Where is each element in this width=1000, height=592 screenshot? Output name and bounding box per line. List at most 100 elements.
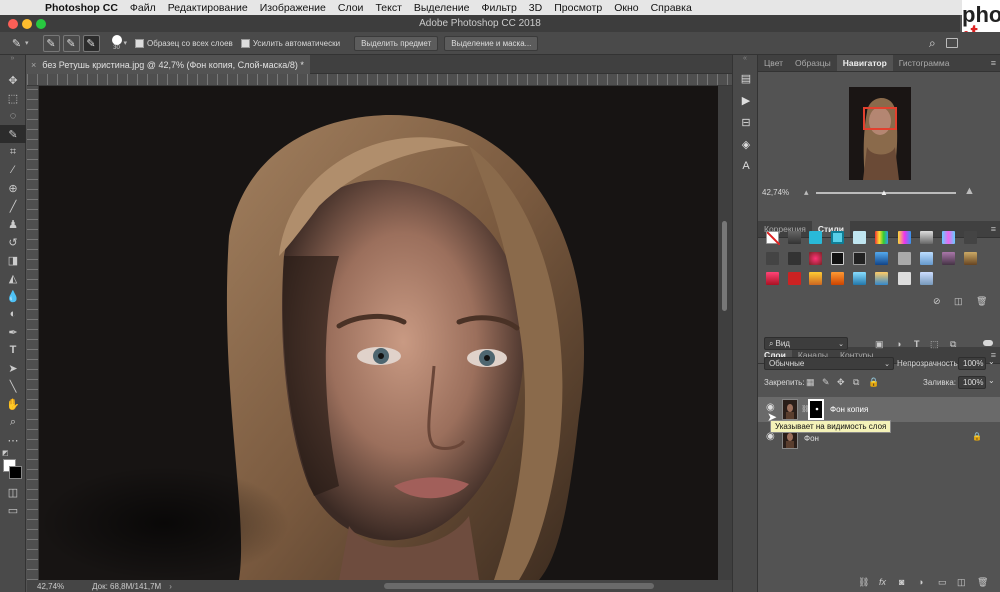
layer-mask-thumbnail[interactable] <box>808 399 824 420</box>
zoom-out-icon[interactable]: ▴ <box>804 187 809 198</box>
layer-name[interactable]: Фон копия <box>830 405 868 414</box>
zoom-level[interactable]: 42,74% <box>37 582 64 591</box>
app-menu[interactable]: Photoshop CC <box>45 2 118 14</box>
blend-mode-select[interactable]: Обычные ⌄ <box>764 357 894 370</box>
fill-input[interactable]: 100% <box>958 376 986 389</box>
navigator-preview[interactable] <box>849 87 911 180</box>
chevron-down-icon[interactable]: ▾ <box>25 39 29 47</box>
style-swatch[interactable] <box>942 231 955 244</box>
style-swatch[interactable] <box>964 231 977 244</box>
layer-style-icon[interactable]: fx <box>879 577 886 587</box>
style-swatch[interactable] <box>788 231 801 244</box>
menu-edit[interactable]: Редактирование <box>168 2 248 14</box>
close-tab-icon[interactable]: × <box>31 60 36 70</box>
vertical-scrollbar[interactable] <box>718 86 732 580</box>
filter-adjustment-icon[interactable]: ◑ <box>896 339 901 349</box>
default-colors-icon[interactable]: ◩ <box>2 449 9 457</box>
lock-transparent-pixels-icon[interactable]: ▦ <box>806 377 815 388</box>
workspace-icon[interactable] <box>946 38 958 48</box>
history-panel-icon[interactable]: ▤ <box>733 67 759 89</box>
filter-type-icon[interactable]: T <box>914 339 920 349</box>
zoom-slider-handle[interactable]: ▲ <box>880 188 888 197</box>
lock-all-icon[interactable]: 🔒 <box>868 377 879 388</box>
dodge-tool-icon[interactable]: ◐ <box>0 305 26 323</box>
menu-window[interactable]: Окно <box>614 2 638 14</box>
lock-position-icon[interactable]: ✥ <box>837 377 845 388</box>
zoom-window-button[interactable] <box>36 19 46 29</box>
brush-tool-icon[interactable]: ╱ <box>0 197 26 215</box>
history-brush-tool-icon[interactable]: ↺ <box>0 233 26 251</box>
style-swatch[interactable] <box>788 252 801 265</box>
menu-3d[interactable]: 3D <box>529 2 542 14</box>
navigator-view-box[interactable] <box>863 107 897 130</box>
layer-row[interactable]: ◉ ⛓ Фон копия <box>758 397 1000 422</box>
menu-view[interactable]: Просмотр <box>554 2 602 14</box>
style-swatch[interactable] <box>766 272 779 285</box>
chevron-down-icon[interactable]: ⌄ <box>988 376 995 385</box>
clear-style-icon[interactable]: ⊘ <box>933 296 941 307</box>
actions-panel-icon[interactable]: ▶ <box>733 89 759 111</box>
lock-artboard-icon[interactable]: ⧉ <box>853 377 859 388</box>
style-swatch[interactable] <box>831 252 844 265</box>
menu-help[interactable]: Справка <box>651 2 692 14</box>
path-selection-tool-icon[interactable]: ➤ <box>0 359 26 377</box>
menu-select[interactable]: Выделение <box>414 2 470 14</box>
style-swatch[interactable] <box>875 272 888 285</box>
style-swatch[interactable] <box>875 252 888 265</box>
minimize-window-button[interactable] <box>22 19 32 29</box>
move-tool-icon[interactable]: ✥ <box>0 71 26 89</box>
filter-shape-icon[interactable]: ⬚ <box>930 339 939 350</box>
quick-selection-tool-preset-icon[interactable]: ✎ <box>8 35 25 52</box>
style-swatch[interactable] <box>898 272 911 285</box>
layer-filter-select[interactable]: ⌕ Вид ⌄ <box>764 337 848 350</box>
style-swatch[interactable] <box>964 252 977 265</box>
clone-stamp-tool-icon[interactable]: ♟ <box>0 215 26 233</box>
document-canvas[interactable] <box>39 86 718 580</box>
menu-image[interactable]: Изображение <box>260 2 326 14</box>
select-and-mask-button[interactable]: Выделение и маска... <box>444 35 539 51</box>
hand-tool-icon[interactable]: ✋ <box>0 395 26 413</box>
style-swatch[interactable] <box>766 252 779 265</box>
collapse-icon[interactable]: « <box>733 55 757 67</box>
type-tool-icon[interactable]: T <box>0 341 26 359</box>
layer-name[interactable]: Фон <box>804 434 819 443</box>
filter-toggle[interactable] <box>983 340 993 346</box>
sample-all-layers-checkbox[interactable]: Образец со всех слоев <box>135 38 233 48</box>
healing-brush-tool-icon[interactable]: ⊕ <box>0 179 26 197</box>
panel-menu-icon[interactable]: ≡ <box>991 58 996 68</box>
collapse-icon[interactable]: » <box>0 55 25 71</box>
marquee-tool-icon[interactable]: ⬚ <box>0 89 26 107</box>
paint-bucket-tool-icon[interactable]: ◭ <box>0 269 26 287</box>
new-group-icon[interactable]: ▭ <box>938 577 947 588</box>
quick-mask-icon[interactable]: ◫ <box>0 483 26 501</box>
tab-navigator[interactable]: Навигатор <box>836 55 893 71</box>
chevron-down-icon[interactable]: ▾ <box>124 39 128 47</box>
crop-tool-icon[interactable]: ⌗ <box>0 143 26 161</box>
pen-tool-icon[interactable]: ✒ <box>0 323 26 341</box>
search-icon[interactable]: ⌕ <box>929 36 936 51</box>
add-mask-icon[interactable]: ◙ <box>899 577 904 587</box>
style-swatch[interactable] <box>809 272 822 285</box>
eyedropper-tool-icon[interactable]: ⁄ <box>0 161 26 179</box>
blur-tool-icon[interactable]: 💧 <box>0 287 26 305</box>
quick-selection-tool-icon[interactable]: ✎ <box>0 125 26 143</box>
tab-color[interactable]: Цвет <box>758 55 789 71</box>
document-tab[interactable]: × без Ретушь кристина.jpg @ 42,7% (Фон к… <box>27 55 310 74</box>
style-swatch[interactable] <box>788 272 801 285</box>
character-panel-icon[interactable]: A <box>733 155 759 177</box>
select-subject-button[interactable]: Выделить предмет <box>354 35 439 51</box>
link-layers-icon[interactable]: ⛓ <box>858 577 869 588</box>
menu-filter[interactable]: Фильтр <box>482 2 517 14</box>
filter-pixel-icon[interactable]: ▣ <box>875 339 884 350</box>
new-layer-icon[interactable]: ◫ <box>957 577 966 588</box>
filter-smart-object-icon[interactable]: ⧉ <box>950 339 956 350</box>
style-swatch[interactable] <box>898 252 911 265</box>
close-window-button[interactable] <box>8 19 18 29</box>
style-none[interactable] <box>766 231 781 246</box>
eraser-tool-icon[interactable]: ◨ <box>0 251 26 269</box>
chevron-down-icon[interactable]: ⌄ <box>988 357 995 366</box>
zoom-in-icon[interactable]: ▲ <box>964 185 975 197</box>
style-swatch[interactable] <box>920 272 933 285</box>
new-selection-icon[interactable]: ✎ <box>42 34 60 52</box>
style-swatch[interactable] <box>809 252 822 265</box>
